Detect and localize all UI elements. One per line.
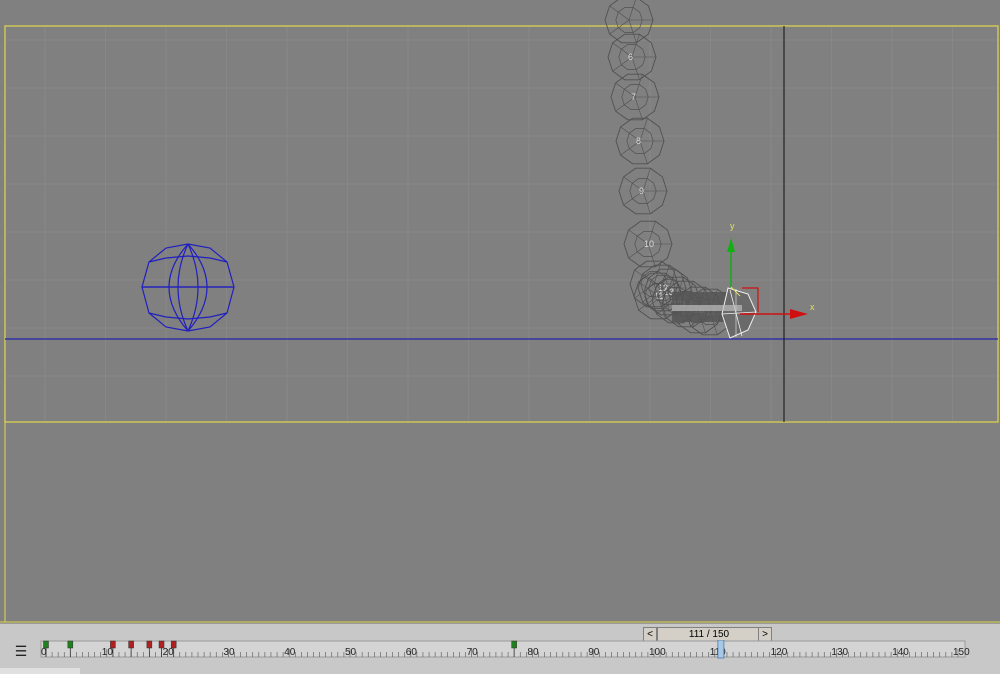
ruler-tick-label: 30 [223, 647, 235, 658]
status-strip [0, 668, 80, 674]
ruler-tick-label: 0 [41, 647, 47, 658]
trail-frame-label: 6 [628, 52, 633, 62]
ruler-tick-label: 120 [771, 647, 788, 658]
trail-frame-label: 10 [644, 239, 654, 249]
perspective-viewport[interactable]: 67891011121314151617 y x [0, 0, 1000, 623]
ruler-tick-label: 140 [892, 647, 909, 658]
ruler-tick-label: 150 [953, 647, 970, 658]
gizmo-y-label: y [730, 221, 735, 231]
ruler-tick-label: 50 [345, 647, 357, 658]
gizmo-x-label: x [810, 302, 815, 312]
trail-sphere [604, 0, 654, 44]
ruler-tick-label: 130 [831, 647, 848, 658]
viewport-grid [5, 26, 998, 422]
ruler-tick-label: 100 [649, 647, 666, 658]
wireframe-sphere[interactable] [141, 243, 235, 332]
time-slider-panel: < 111 / 150 > ☰ 010203040506070809010011… [0, 623, 1000, 674]
trail-frame-label: 9 [639, 186, 644, 196]
ruler-tick-label: 20 [163, 647, 175, 658]
selected-object[interactable] [672, 287, 757, 339]
track-bar-ruler[interactable]: 0102030405060708090100110120130140150 [0, 640, 1000, 668]
trail-frame-label: 8 [636, 136, 641, 146]
ruler-tick-label: 90 [588, 647, 600, 658]
motion-trail: 67891011121314151617 [604, 0, 735, 336]
trail-frame-label: 7 [631, 92, 636, 102]
ruler-tick-label: 70 [467, 647, 479, 658]
time-cursor[interactable] [717, 640, 725, 659]
safe-frame [4, 25, 999, 423]
ruler-tick-label: 10 [102, 647, 114, 658]
ruler-tick-label: 40 [284, 647, 296, 658]
ruler-tick-label: 60 [406, 647, 418, 658]
ruler-tick-label: 80 [527, 647, 539, 658]
